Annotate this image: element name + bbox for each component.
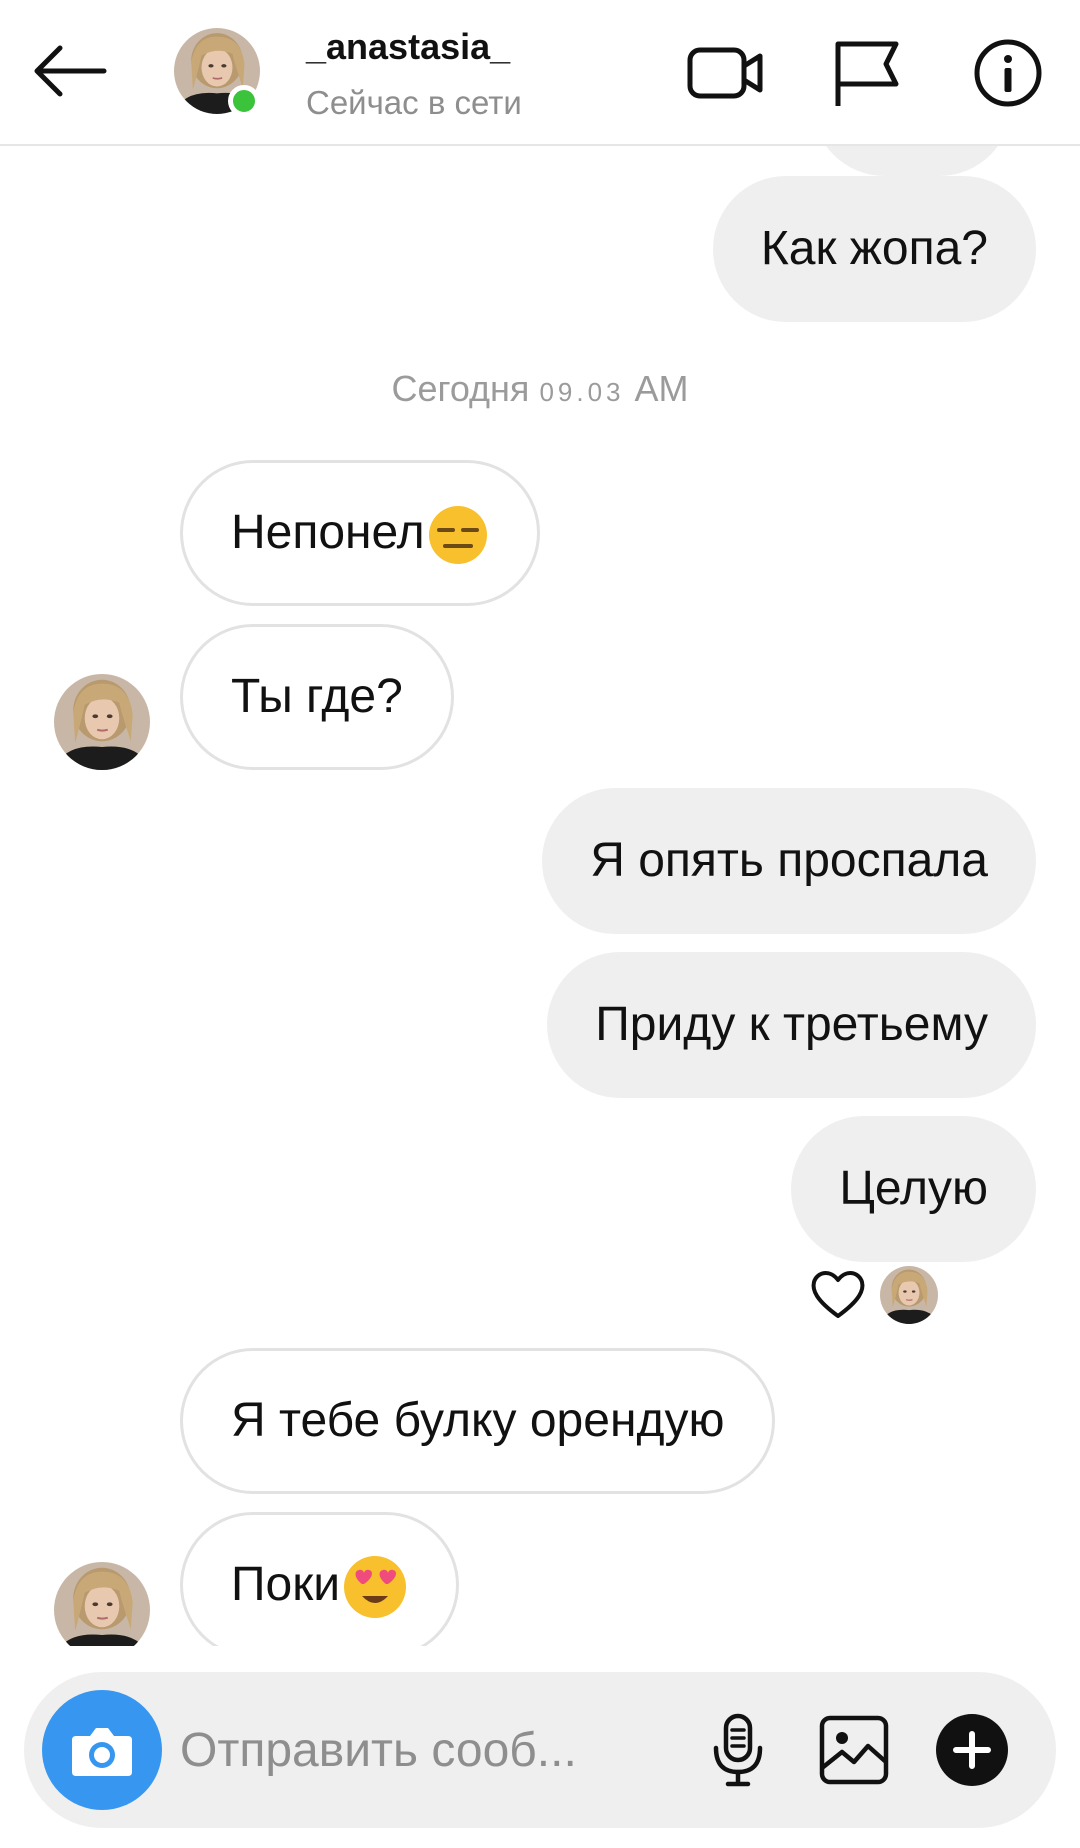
message-bubble-outgoing[interactable]: Целую <box>791 1116 1036 1262</box>
image-icon <box>819 1715 889 1785</box>
message-input[interactable] <box>180 1712 650 1788</box>
more-actions-button[interactable] <box>932 1710 1012 1790</box>
date-separator: Сегодня 09.03 AM <box>0 368 1080 410</box>
message-bubble-partial <box>812 146 1012 176</box>
message-composer <box>24 1672 1056 1828</box>
date-time: 09.03 <box>539 377 625 407</box>
message-text: Ты где? <box>231 670 403 723</box>
expressionless-face-icon <box>428 506 487 565</box>
report-button[interactable] <box>826 36 906 110</box>
info-icon <box>974 39 1042 107</box>
heart-icon <box>811 1271 865 1318</box>
message-text: Я опять проспала <box>590 834 988 887</box>
online-indicator <box>228 85 260 117</box>
message-text: Приду к третьему <box>595 998 988 1051</box>
chat-header: _anastasia_ Сейчас в сети <box>0 0 1080 146</box>
message-bubble-outgoing[interactable]: Я опять проспала <box>542 788 1036 934</box>
chat-username[interactable]: _anastasia_ <box>306 26 510 68</box>
message-text: Непонел <box>231 506 425 559</box>
back-button[interactable] <box>30 36 110 106</box>
message-bubble-incoming[interactable]: Непонел <box>180 460 540 606</box>
message-bubble-incoming[interactable]: Ты где? <box>180 624 454 770</box>
camera-button[interactable] <box>42 1690 162 1810</box>
flag-icon <box>835 41 899 106</box>
message-text: Целую <box>839 1162 988 1215</box>
message-bubble-outgoing[interactable]: Как жопа? <box>712 176 1036 322</box>
voice-message-button[interactable] <box>698 1710 778 1790</box>
sender-avatar[interactable] <box>54 1562 150 1646</box>
video-camera-icon <box>687 47 763 99</box>
arrow-left-icon <box>34 45 107 97</box>
sender-avatar[interactable] <box>54 674 150 770</box>
microphone-icon <box>713 1713 763 1787</box>
reactor-avatar[interactable] <box>880 1266 938 1324</box>
info-button[interactable] <box>968 36 1048 110</box>
message-thread[interactable]: Как жопа? Сегодня 09.03 AM Непонел Ты гд… <box>0 146 1080 1646</box>
message-bubble-outgoing[interactable]: Приду к третьему <box>547 952 1036 1098</box>
plus-circle-icon <box>936 1714 1008 1786</box>
message-text: Как жопа? <box>760 222 988 275</box>
message-bubble-incoming[interactable]: Поки <box>180 1512 460 1646</box>
date-ampm: AM <box>634 368 689 409</box>
heart-reaction[interactable] <box>808 1266 868 1322</box>
message-bubble-incoming[interactable]: Я тебе булку орендую <box>180 1348 776 1494</box>
video-call-button[interactable] <box>686 36 766 110</box>
heart-eyes-face-icon <box>344 1556 407 1619</box>
message-text: Поки <box>231 1558 341 1611</box>
camera-icon <box>72 1728 132 1776</box>
date-day: Сегодня <box>391 368 530 409</box>
message-text: Я тебе булку орендую <box>231 1394 725 1447</box>
gallery-button[interactable] <box>814 1710 894 1790</box>
online-status: Сейчас в сети <box>306 84 522 121</box>
